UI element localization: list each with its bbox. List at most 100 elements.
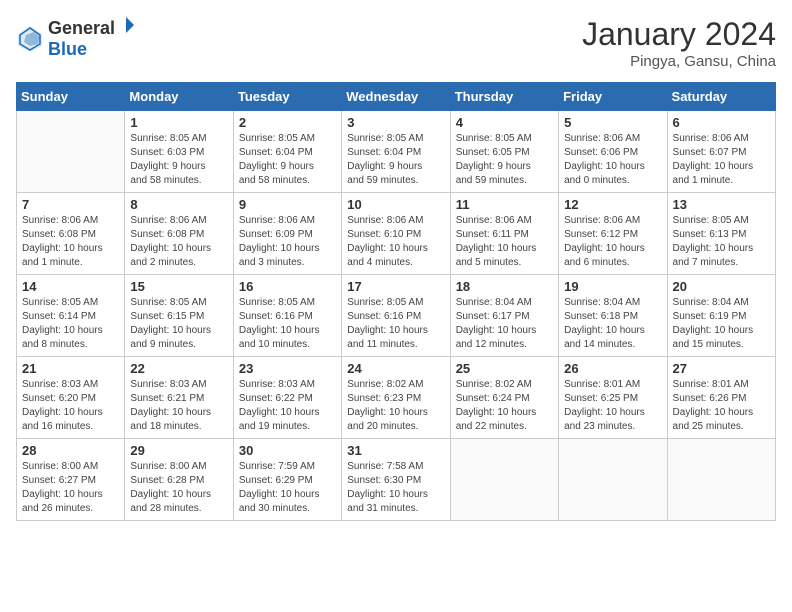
header-saturday: Saturday xyxy=(667,83,775,111)
logo-text-block: General Blue xyxy=(48,16,135,60)
day-number: 22 xyxy=(130,361,227,376)
day-number: 9 xyxy=(239,197,336,212)
day-info: Sunrise: 8:02 AM Sunset: 6:23 PM Dayligh… xyxy=(347,378,444,434)
day-number: 12 xyxy=(564,197,661,212)
header-thursday: Thursday xyxy=(450,83,558,111)
calendar-cell: 3 Sunrise: 8:05 AM Sunset: 6:04 PM Daylig… xyxy=(342,111,450,193)
calendar-cell: 1 Sunrise: 8:05 AM Sunset: 6:03 PM Daylig… xyxy=(125,111,233,193)
day-number: 2 xyxy=(239,115,336,130)
day-info: Sunrise: 7:59 AM Sunset: 6:29 PM Dayligh… xyxy=(239,460,336,516)
header-row: SundayMondayTuesdayWednesdayThursdayFrid… xyxy=(17,83,776,111)
day-info: Sunrise: 8:06 AM Sunset: 6:08 PM Dayligh… xyxy=(22,214,119,270)
day-number: 5 xyxy=(564,115,661,130)
day-number: 7 xyxy=(22,197,119,212)
day-number: 26 xyxy=(564,361,661,376)
logo-shape xyxy=(117,16,135,34)
calendar-cell xyxy=(559,439,667,521)
day-info: Sunrise: 8:01 AM Sunset: 6:26 PM Dayligh… xyxy=(673,378,770,434)
day-info: Sunrise: 8:04 AM Sunset: 6:18 PM Dayligh… xyxy=(564,296,661,352)
calendar-cell: 15 Sunrise: 8:05 AM Sunset: 6:15 PM Dayli… xyxy=(125,275,233,357)
day-info: Sunrise: 8:05 AM Sunset: 6:14 PM Dayligh… xyxy=(22,296,119,352)
calendar-cell: 16 Sunrise: 8:05 AM Sunset: 6:16 PM Dayli… xyxy=(233,275,341,357)
day-number: 30 xyxy=(239,443,336,458)
day-info: Sunrise: 8:05 AM Sunset: 6:13 PM Dayligh… xyxy=(673,214,770,270)
calendar-cell xyxy=(17,111,125,193)
day-number: 18 xyxy=(456,279,553,294)
day-info: Sunrise: 8:05 AM Sunset: 6:04 PM Dayligh… xyxy=(239,132,336,188)
calendar-cell: 30 Sunrise: 7:59 AM Sunset: 6:29 PM Dayli… xyxy=(233,439,341,521)
calendar-cell: 21Sunrise: 8:03 AM Sunset: 6:20 PM Dayli… xyxy=(17,357,125,439)
day-number: 31 xyxy=(347,443,444,458)
calendar-cell: 4Sunrise: 8:05 AM Sunset: 6:05 PM Daylig… xyxy=(450,111,558,193)
header-sunday: Sunday xyxy=(17,83,125,111)
calendar-cell: 9 Sunrise: 8:06 AM Sunset: 6:09 PM Daylig… xyxy=(233,193,341,275)
day-info: Sunrise: 8:06 AM Sunset: 6:12 PM Dayligh… xyxy=(564,214,661,270)
day-number: 29 xyxy=(130,443,227,458)
day-info: Sunrise: 8:04 AM Sunset: 6:17 PM Dayligh… xyxy=(456,296,553,352)
day-info: Sunrise: 8:06 AM Sunset: 6:07 PM Dayligh… xyxy=(673,132,770,188)
day-info: Sunrise: 8:05 AM Sunset: 6:16 PM Dayligh… xyxy=(347,296,444,352)
day-info: Sunrise: 8:03 AM Sunset: 6:22 PM Dayligh… xyxy=(239,378,336,434)
calendar-cell: 22Sunrise: 8:03 AM Sunset: 6:21 PM Dayli… xyxy=(125,357,233,439)
header-monday: Monday xyxy=(125,83,233,111)
logo-blue: Blue xyxy=(48,39,87,59)
day-number: 10 xyxy=(347,197,444,212)
calendar-cell: 14 Sunrise: 8:05 AM Sunset: 6:14 PM Dayli… xyxy=(17,275,125,357)
day-number: 1 xyxy=(130,115,227,130)
day-number: 13 xyxy=(673,197,770,212)
logo-icon xyxy=(16,24,44,52)
calendar-subtitle: Pingya, Gansu, China xyxy=(582,53,776,70)
logo: General Blue xyxy=(16,16,135,60)
day-number: 23 xyxy=(239,361,336,376)
calendar-cell: 8 Sunrise: 8:06 AM Sunset: 6:08 PM Daylig… xyxy=(125,193,233,275)
day-number: 28 xyxy=(22,443,119,458)
calendar-cell: 29 Sunrise: 8:00 AM Sunset: 6:28 PM Dayli… xyxy=(125,439,233,521)
calendar-cell: 13 Sunrise: 8:05 AM Sunset: 6:13 PM Dayli… xyxy=(667,193,775,275)
day-info: Sunrise: 8:05 AM Sunset: 6:16 PM Dayligh… xyxy=(239,296,336,352)
calendar-cell: 7 Sunrise: 8:06 AM Sunset: 6:08 PM Daylig… xyxy=(17,193,125,275)
calendar-cell: 20Sunrise: 8:04 AM Sunset: 6:19 PM Dayli… xyxy=(667,275,775,357)
calendar-cell: 12 Sunrise: 8:06 AM Sunset: 6:12 PM Dayli… xyxy=(559,193,667,275)
calendar-cell: 26 Sunrise: 8:01 AM Sunset: 6:25 PM Dayli… xyxy=(559,357,667,439)
calendar-cell: 24 Sunrise: 8:02 AM Sunset: 6:23 PM Dayli… xyxy=(342,357,450,439)
calendar-cell: 10Sunrise: 8:06 AM Sunset: 6:10 PM Dayli… xyxy=(342,193,450,275)
day-number: 6 xyxy=(673,115,770,130)
calendar-cell: 31 Sunrise: 7:58 AM Sunset: 6:30 PM Dayli… xyxy=(342,439,450,521)
header-tuesday: Tuesday xyxy=(233,83,341,111)
calendar-cell: 18 Sunrise: 8:04 AM Sunset: 6:17 PM Dayli… xyxy=(450,275,558,357)
calendar-cell xyxy=(450,439,558,521)
day-info: Sunrise: 8:05 AM Sunset: 6:04 PM Dayligh… xyxy=(347,132,444,188)
day-info: Sunrise: 8:06 AM Sunset: 6:11 PM Dayligh… xyxy=(456,214,553,270)
day-info: Sunrise: 8:03 AM Sunset: 6:20 PM Dayligh… xyxy=(22,378,119,434)
week-row-1: 1 Sunrise: 8:05 AM Sunset: 6:03 PM Daylig… xyxy=(17,111,776,193)
week-row-4: 21Sunrise: 8:03 AM Sunset: 6:20 PM Dayli… xyxy=(17,357,776,439)
day-number: 3 xyxy=(347,115,444,130)
calendar-cell: 5 Sunrise: 8:06 AM Sunset: 6:06 PM Daylig… xyxy=(559,111,667,193)
day-info: Sunrise: 8:06 AM Sunset: 6:06 PM Dayligh… xyxy=(564,132,661,188)
day-info: Sunrise: 8:05 AM Sunset: 6:03 PM Dayligh… xyxy=(130,132,227,188)
day-info: Sunrise: 8:05 AM Sunset: 6:15 PM Dayligh… xyxy=(130,296,227,352)
day-number: 15 xyxy=(130,279,227,294)
day-info: Sunrise: 8:00 AM Sunset: 6:27 PM Dayligh… xyxy=(22,460,119,516)
day-info: Sunrise: 7:58 AM Sunset: 6:30 PM Dayligh… xyxy=(347,460,444,516)
day-number: 14 xyxy=(22,279,119,294)
day-number: 24 xyxy=(347,361,444,376)
header-friday: Friday xyxy=(559,83,667,111)
day-number: 16 xyxy=(239,279,336,294)
day-info: Sunrise: 8:06 AM Sunset: 6:08 PM Dayligh… xyxy=(130,214,227,270)
header-wednesday: Wednesday xyxy=(342,83,450,111)
day-number: 11 xyxy=(456,197,553,212)
week-row-5: 28 Sunrise: 8:00 AM Sunset: 6:27 PM Dayli… xyxy=(17,439,776,521)
day-number: 8 xyxy=(130,197,227,212)
day-info: Sunrise: 8:00 AM Sunset: 6:28 PM Dayligh… xyxy=(130,460,227,516)
day-number: 17 xyxy=(347,279,444,294)
page-header: General Blue January 2024 Pingya, Gansu,… xyxy=(16,16,776,70)
calendar-table: SundayMondayTuesdayWednesdayThursdayFrid… xyxy=(16,82,776,521)
week-row-2: 7 Sunrise: 8:06 AM Sunset: 6:08 PM Daylig… xyxy=(17,193,776,275)
calendar-cell: 25Sunrise: 8:02 AM Sunset: 6:24 PM Dayli… xyxy=(450,357,558,439)
day-number: 25 xyxy=(456,361,553,376)
calendar-cell: 28 Sunrise: 8:00 AM Sunset: 6:27 PM Dayli… xyxy=(17,439,125,521)
day-info: Sunrise: 8:06 AM Sunset: 6:09 PM Dayligh… xyxy=(239,214,336,270)
day-info: Sunrise: 8:01 AM Sunset: 6:25 PM Dayligh… xyxy=(564,378,661,434)
day-info: Sunrise: 8:04 AM Sunset: 6:19 PM Dayligh… xyxy=(673,296,770,352)
